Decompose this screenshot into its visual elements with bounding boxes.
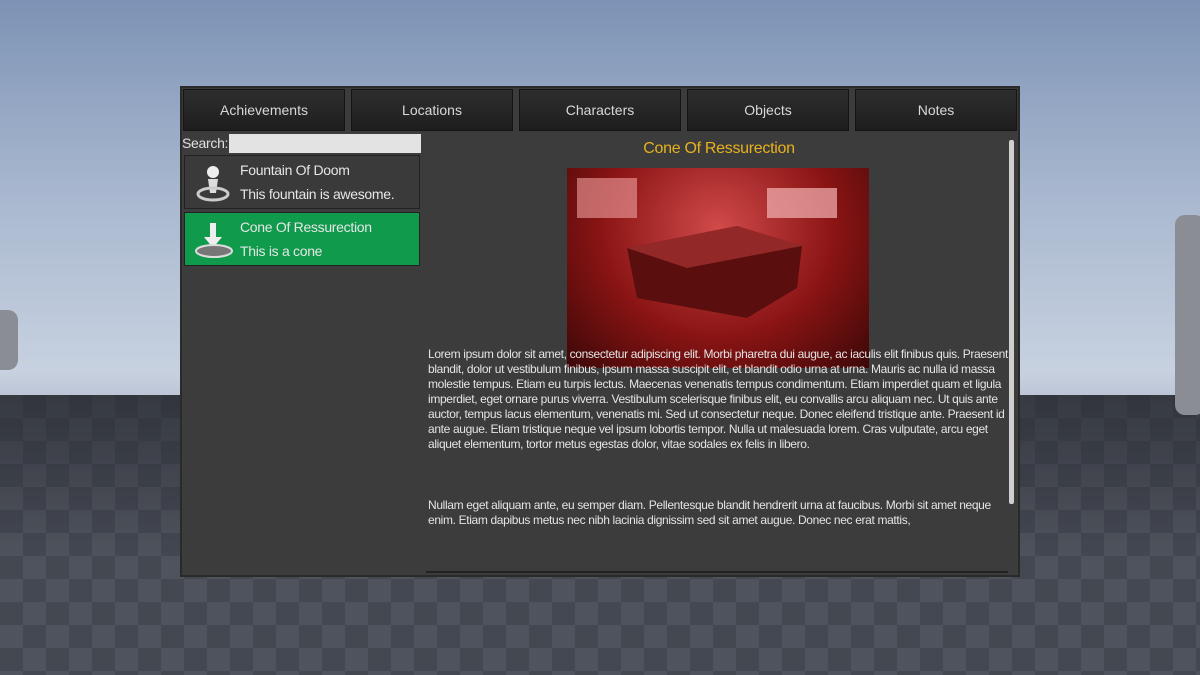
entry-list-pane: Search: Fountain Of Doom This fountain i… [182, 133, 422, 575]
search-input[interactable] [229, 134, 421, 153]
tab-bar: Achievements Locations Characters Object… [183, 89, 1017, 131]
list-item-description: This fountain is awesome. [240, 186, 395, 202]
download-arrow-icon [195, 223, 233, 258]
search-label: Search: [182, 135, 229, 151]
tab-objects[interactable]: Objects [687, 89, 849, 131]
detail-paragraph: Nullam eget aliquam ante, eu semper diam… [428, 498, 991, 527]
list-item-title: Fountain Of Doom [240, 162, 350, 178]
tab-locations[interactable]: Locations [351, 89, 513, 131]
background-mannequin-right [1175, 215, 1200, 415]
detail-pane: Cone Of Ressurection Lorem ipsum dolor s… [424, 133, 1014, 575]
detail-title: Cone Of Ressurection [643, 140, 795, 157]
detail-paragraph: Lorem ipsum dolor sit amet, consectetur … [428, 347, 1008, 451]
background-mannequin-left [0, 310, 18, 370]
detail-horizontal-scrollbar[interactable] [426, 571, 1008, 573]
tab-notes[interactable]: Notes [855, 89, 1017, 131]
detail-image [567, 168, 869, 368]
journal-panel: Achievements Locations Characters Object… [180, 86, 1020, 577]
tab-achievements[interactable]: Achievements [183, 89, 345, 131]
person-on-pedestal-icon [196, 166, 230, 202]
list-item-description: This is a cone [240, 243, 323, 259]
tab-characters[interactable]: Characters [519, 89, 681, 131]
list-item-fountain-of-doom[interactable]: Fountain Of Doom This fountain is awesom… [184, 155, 420, 209]
list-item-cone-of-ressurection[interactable]: Cone Of Ressurection This is a cone [184, 212, 420, 266]
detail-scrollbar[interactable] [1009, 140, 1014, 504]
list-item-title: Cone Of Ressurection [240, 219, 372, 235]
